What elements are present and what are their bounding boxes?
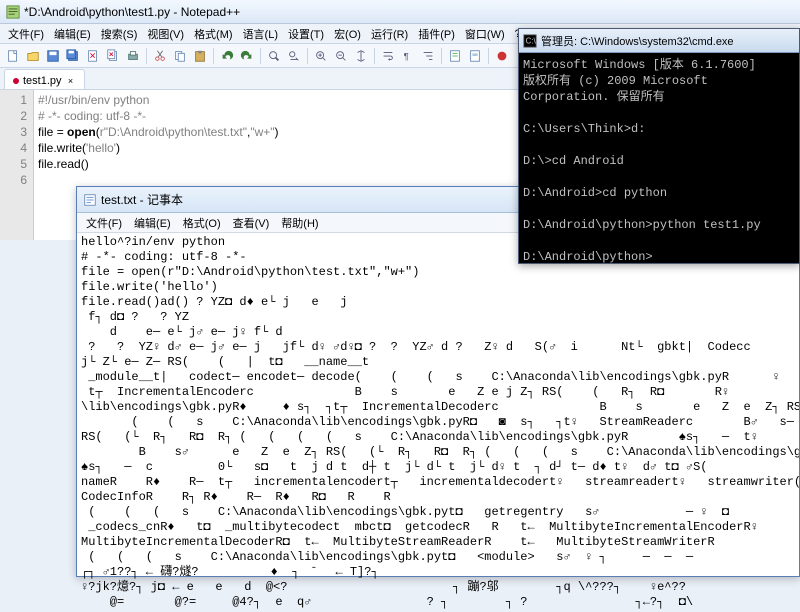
save-button[interactable] xyxy=(44,47,62,65)
code-token: ) xyxy=(85,157,89,171)
line-number: 4 xyxy=(0,140,27,156)
notepad-body[interactable]: hello^?in/env python # -*- coding: utf-8… xyxy=(77,233,799,612)
menu-language[interactable]: 语言(L) xyxy=(239,24,282,44)
menu-format[interactable]: 格式(M) xyxy=(190,24,237,44)
np-menu-help[interactable]: 帮助(H) xyxy=(276,213,323,233)
close-file-button[interactable] xyxy=(84,47,102,65)
menu-edit[interactable]: 编辑(E) xyxy=(50,24,95,44)
code-comment: #!/usr/bin/env python xyxy=(38,93,149,107)
close-all-button[interactable] xyxy=(104,47,122,65)
npp-title-text: *D:\Android\python\test1.py - Notepad++ xyxy=(24,5,240,19)
tab-dirty-icon xyxy=(13,78,19,84)
code-token: file.write xyxy=(38,141,82,155)
toolbar-separator xyxy=(307,48,308,64)
notepad-icon xyxy=(83,193,97,207)
np-menu-format[interactable]: 格式(O) xyxy=(178,213,226,233)
code-token: ) xyxy=(116,141,120,155)
print-button[interactable] xyxy=(124,47,142,65)
menu-file[interactable]: 文件(F) xyxy=(4,24,48,44)
menu-plugins[interactable]: 插件(P) xyxy=(414,24,459,44)
npp-icon xyxy=(6,5,20,19)
code-string: "w+" xyxy=(250,125,274,139)
svg-text:¶: ¶ xyxy=(404,51,409,62)
code-token: = xyxy=(57,125,64,139)
redo-button[interactable] xyxy=(238,47,256,65)
function-list-button[interactable] xyxy=(446,47,464,65)
sync-scroll-button[interactable] xyxy=(352,47,370,65)
code-comment: # -*- coding: utf-8 -*- xyxy=(38,109,146,123)
zoom-out-button[interactable] xyxy=(332,47,350,65)
cmd-title-text: 管理员: C:\Windows\system32\cmd.exe xyxy=(541,33,734,49)
cmd-titlebar[interactable]: C:\ 管理员: C:\Windows\system32\cmd.exe xyxy=(519,29,799,53)
new-file-button[interactable] xyxy=(4,47,22,65)
line-gutter: 1 2 3 4 5 6 xyxy=(0,90,34,240)
menu-view[interactable]: 视图(V) xyxy=(143,24,188,44)
np-menu-file[interactable]: 文件(F) xyxy=(81,213,127,233)
replace-button[interactable] xyxy=(285,47,303,65)
tab-close-icon[interactable]: × xyxy=(66,76,76,86)
notepad-title-text: test.txt - 记事本 xyxy=(101,191,183,208)
undo-button[interactable] xyxy=(218,47,236,65)
toolbar-separator xyxy=(213,48,214,64)
cmd-window: C:\ 管理员: C:\Windows\system32\cmd.exe Mic… xyxy=(518,28,800,264)
code-string: r"D:\Android\python\test.txt" xyxy=(100,125,247,139)
line-number: 3 xyxy=(0,124,27,140)
tab-label: test1.py xyxy=(23,75,62,87)
save-all-button[interactable] xyxy=(64,47,82,65)
toolbar-separator xyxy=(374,48,375,64)
find-button[interactable] xyxy=(265,47,283,65)
np-menu-view[interactable]: 查看(V) xyxy=(228,213,275,233)
code-token: file.read xyxy=(38,157,81,171)
menu-settings[interactable]: 设置(T) xyxy=(284,24,328,44)
paste-button[interactable] xyxy=(191,47,209,65)
line-number: 6 xyxy=(0,172,27,188)
doc-map-button[interactable] xyxy=(466,47,484,65)
np-menu-edit[interactable]: 编辑(E) xyxy=(129,213,176,233)
tab-test1-py[interactable]: test1.py × xyxy=(4,69,85,89)
wordwrap-button[interactable] xyxy=(379,47,397,65)
copy-button[interactable] xyxy=(171,47,189,65)
code-token: file xyxy=(38,125,57,139)
show-all-chars-button[interactable]: ¶ xyxy=(399,47,417,65)
zoom-in-button[interactable] xyxy=(312,47,330,65)
toolbar-separator xyxy=(441,48,442,64)
line-number: 5 xyxy=(0,156,27,172)
code-string: 'hello' xyxy=(86,141,116,155)
line-number: 1 xyxy=(0,92,27,108)
code-token: open xyxy=(64,125,96,139)
record-macro-button[interactable] xyxy=(493,47,511,65)
npp-titlebar: *D:\Android\python\test1.py - Notepad++ xyxy=(0,0,800,24)
toolbar-separator xyxy=(260,48,261,64)
cmd-icon: C:\ xyxy=(523,34,537,48)
svg-text:C:\: C:\ xyxy=(526,36,537,45)
menu-search[interactable]: 搜索(S) xyxy=(97,24,142,44)
line-number: 2 xyxy=(0,108,27,124)
toolbar-separator xyxy=(488,48,489,64)
menu-window[interactable]: 窗口(W) xyxy=(461,24,509,44)
cmd-body[interactable]: Microsoft Windows [版本 6.1.7600] 版权所有 (c)… xyxy=(519,53,799,269)
open-file-button[interactable] xyxy=(24,47,42,65)
cut-button[interactable] xyxy=(151,47,169,65)
code-token: ) xyxy=(275,125,279,139)
toolbar-separator xyxy=(146,48,147,64)
indent-guide-button[interactable] xyxy=(419,47,437,65)
menu-macro[interactable]: 宏(O) xyxy=(330,24,365,44)
menu-run[interactable]: 运行(R) xyxy=(367,24,412,44)
